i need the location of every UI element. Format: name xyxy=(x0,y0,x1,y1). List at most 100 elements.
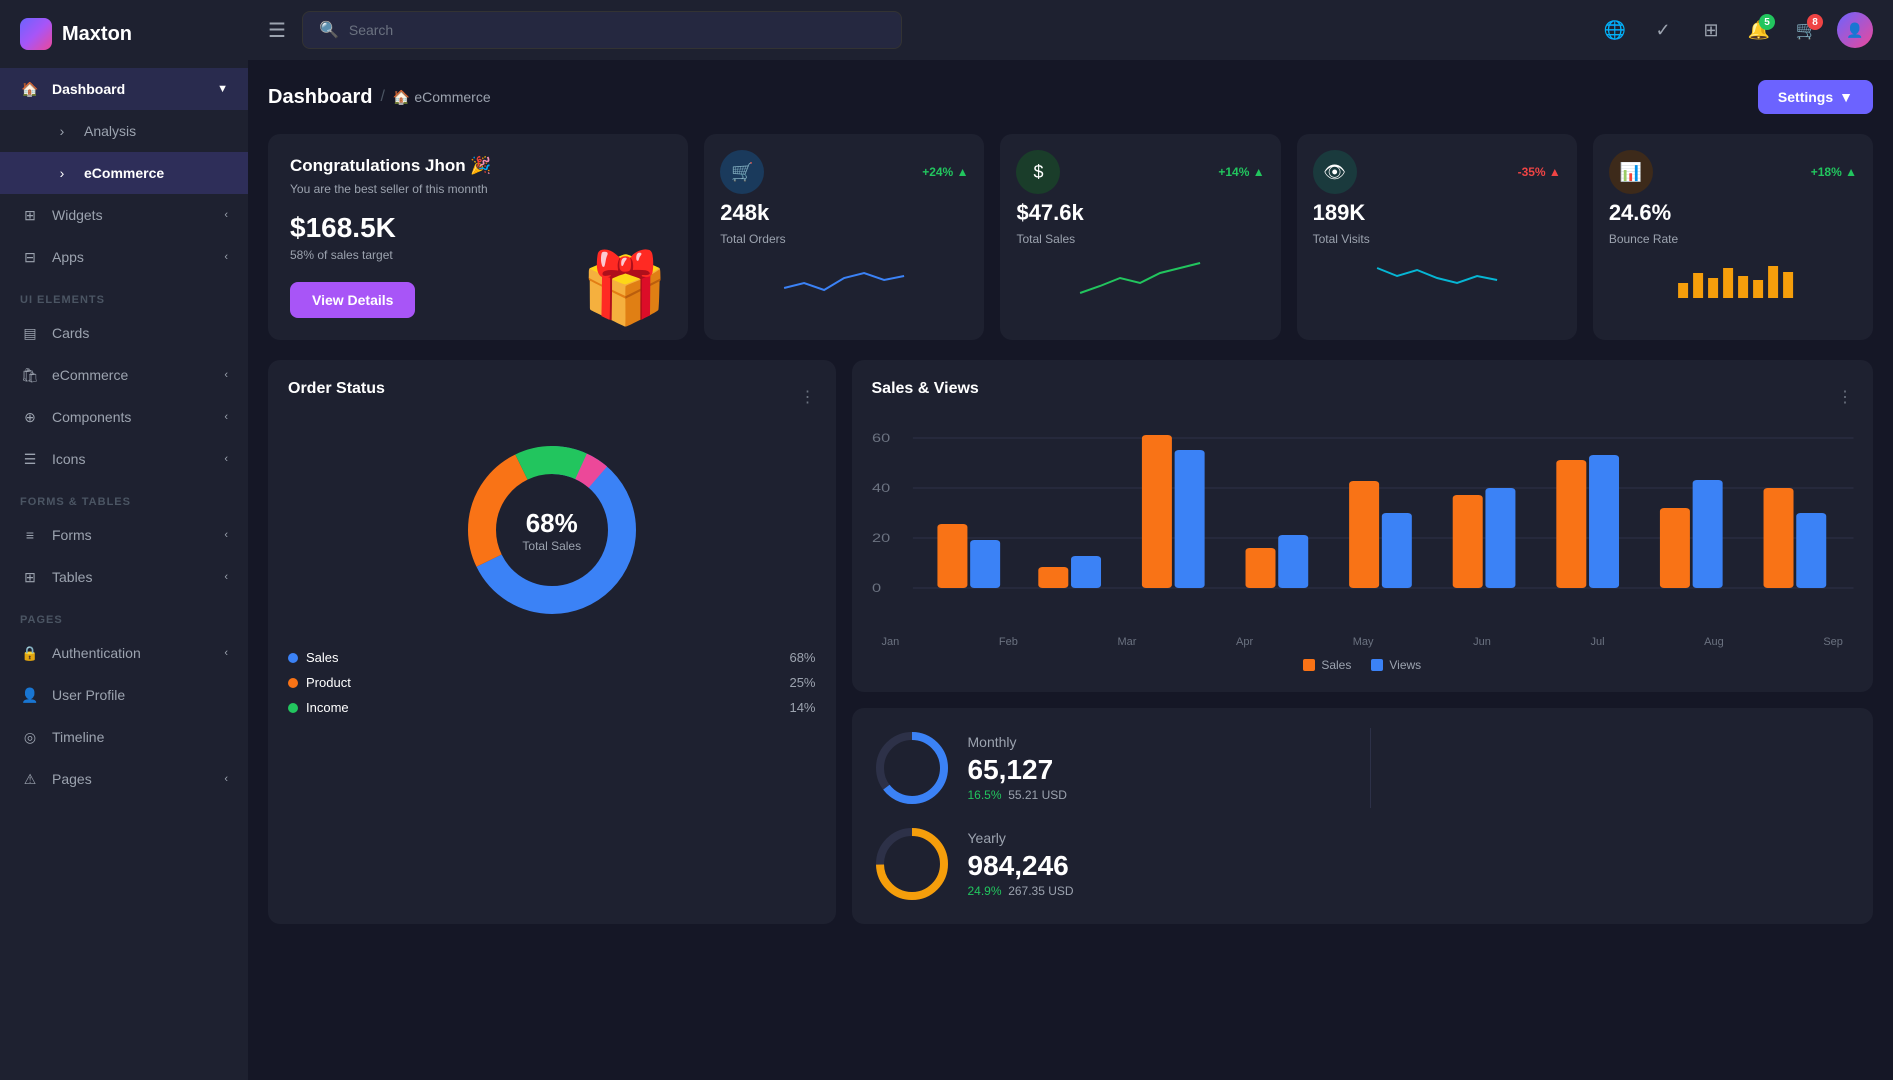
mid-row: Order Status ⋮ xyxy=(268,360,1873,924)
visits-sparkline xyxy=(1313,258,1561,298)
monthly-block: Monthly 65,127 16.5% 55.21 USD xyxy=(872,728,1355,808)
sidebar-item-user-profile[interactable]: 👤 User Profile xyxy=(0,674,248,716)
section-pages: PAGES xyxy=(0,598,248,632)
section-ui-elements: UI ELEMENTS xyxy=(0,278,248,312)
grid-button[interactable]: ⊞ xyxy=(1693,12,1729,48)
bounce-value: 24.6% xyxy=(1609,200,1857,226)
notification-button[interactable]: 🔔 5 xyxy=(1741,12,1777,48)
home-small-icon: 🏠 xyxy=(393,89,410,106)
yearly-block: Yearly 984,246 24.9% 267.35 USD xyxy=(872,824,1355,904)
sidebar-item-tables[interactable]: ⊞ Tables ‹ xyxy=(0,556,248,598)
chevron-right-icon: › xyxy=(52,121,72,141)
visits-pct: -35% ▲ xyxy=(1518,165,1561,179)
monthly-info: Monthly 65,127 16.5% 55.21 USD xyxy=(968,734,1067,802)
sales-label: Total Sales xyxy=(1016,232,1264,246)
sidebar-item-label: Cards xyxy=(52,325,89,341)
legend-label-product: Product xyxy=(306,675,351,690)
sidebar-item-label: Tables xyxy=(52,569,92,585)
sidebar-item-dashboard[interactable]: 🏠 Dashboard ▼ xyxy=(0,68,248,110)
legend-label-views: Views xyxy=(1389,658,1421,672)
x-label-sep: Sep xyxy=(1823,636,1843,648)
content: Dashboard / 🏠 eCommerce Settings ▼ Congr… xyxy=(248,60,1893,1080)
hamburger-button[interactable]: ☰ xyxy=(268,18,286,43)
sales-pct: +14% ▲ xyxy=(1218,165,1264,179)
sidebar-item-forms[interactable]: ≡ Forms ‹ xyxy=(0,514,248,556)
legend-item-income: Income 14% xyxy=(288,700,816,715)
sales-views-menu[interactable]: ⋮ xyxy=(1837,387,1853,407)
x-label-aug: Aug xyxy=(1704,636,1724,648)
yearly-value: 984,246 xyxy=(968,850,1074,882)
stat-card-sales: $ +14% ▲ $47.6k Total Sales xyxy=(1000,134,1280,340)
breadcrumb-sub: 🏠 eCommerce xyxy=(393,89,491,106)
logo-area[interactable]: Maxton xyxy=(0,0,248,68)
sidebar-item-label: eCommerce xyxy=(84,165,164,181)
chevron-down-icon: ‹ xyxy=(224,369,228,381)
puzzle-icon: ⊕ xyxy=(20,407,40,427)
avatar[interactable]: 👤 xyxy=(1837,12,1873,48)
orders-sparkline xyxy=(720,258,968,298)
sidebar-item-apps[interactable]: ⊟ Apps ‹ xyxy=(0,236,248,278)
legend-item-sales: Sales 68% xyxy=(288,650,816,665)
sales-views-card: Sales & Views ⋮ 60 40 20 0 xyxy=(852,360,1874,692)
search-input[interactable] xyxy=(349,22,885,38)
order-status-menu[interactable]: ⋮ xyxy=(800,387,816,407)
legend-item-product: Product 25% xyxy=(288,675,816,690)
sidebar-item-label: Apps xyxy=(52,249,84,265)
header: ☰ 🔍 🌐 ✓ ⊞ 🔔 5 🛒 8 👤 xyxy=(248,0,1893,60)
widget-icon: ⊞ xyxy=(20,205,40,225)
chevron-down-icon: ‹ xyxy=(224,411,228,423)
checkmark-button[interactable]: ✓ xyxy=(1645,12,1681,48)
sales-views-legend: Sales Views xyxy=(872,658,1854,672)
monthly-sub: 16.5% 55.21 USD xyxy=(968,788,1067,802)
settings-button[interactable]: Settings ▼ xyxy=(1758,80,1873,114)
sidebar-item-cards[interactable]: ▤ Cards xyxy=(0,312,248,354)
x-label-apr: Apr xyxy=(1236,636,1253,648)
sales-sparkline xyxy=(1016,258,1264,298)
legend-dot-sales xyxy=(288,653,298,663)
yearly-info: Yearly 984,246 24.9% 267.35 USD xyxy=(968,830,1074,898)
language-button[interactable]: 🌐 xyxy=(1597,12,1633,48)
sidebar-item-authentication[interactable]: 🔒 Authentication ‹ xyxy=(0,632,248,674)
page-title: Dashboard xyxy=(268,86,372,109)
orders-icon: 🛒 xyxy=(720,150,764,194)
header-right: 🌐 ✓ ⊞ 🔔 5 🛒 8 👤 xyxy=(1597,12,1873,48)
search-icon: 🔍 xyxy=(319,20,339,40)
legend-dot-income xyxy=(288,703,298,713)
x-label-jul: Jul xyxy=(1590,636,1604,648)
legend-val-income: 14% xyxy=(789,700,815,715)
notification-badge: 5 xyxy=(1759,14,1775,30)
section-forms-tables: FORMS & TABLES xyxy=(0,480,248,514)
settings-label: Settings xyxy=(1778,89,1833,105)
stat-card-orders: 🛒 +24% ▲ 248k Total Orders xyxy=(704,134,984,340)
chevron-down-icon: ‹ xyxy=(224,571,228,583)
cart-button[interactable]: 🛒 8 xyxy=(1789,12,1825,48)
sidebar-item-timeline[interactable]: ◎ Timeline xyxy=(0,716,248,758)
bag-icon: 🛍 xyxy=(20,365,40,385)
x-label-jun: Jun xyxy=(1473,636,1491,648)
app-name: Maxton xyxy=(62,23,132,46)
legend-sales: Sales xyxy=(1303,658,1351,672)
sidebar-item-icons[interactable]: ☰ Icons ‹ xyxy=(0,438,248,480)
sidebar-item-ecommerce[interactable]: › eCommerce xyxy=(0,152,248,194)
svg-text:40: 40 xyxy=(872,482,890,495)
sidebar-item-components[interactable]: ⊕ Components ‹ xyxy=(0,396,248,438)
svg-text:20: 20 xyxy=(872,532,890,545)
chevron-down-icon: ‹ xyxy=(224,209,228,221)
donut-chart: 68% Total Sales xyxy=(288,430,816,630)
form-icon: ≡ xyxy=(20,525,40,545)
sidebar-item-ecommerce2[interactable]: 🛍 eCommerce ‹ xyxy=(0,354,248,396)
sidebar-item-label: Timeline xyxy=(52,729,104,745)
sidebar-item-analysis[interactable]: › Analysis xyxy=(0,110,248,152)
sidebar-item-label: Components xyxy=(52,409,131,425)
legend-label-sales: Sales xyxy=(306,650,339,665)
apps-icon: ⊟ xyxy=(20,247,40,267)
donut-center: 68% Total Sales xyxy=(522,508,581,553)
donut-label: Total Sales xyxy=(522,539,581,553)
cart-badge: 8 xyxy=(1807,14,1823,30)
sidebar-item-widgets[interactable]: ⊞ Widgets ‹ xyxy=(0,194,248,236)
stats-row: Congratulations Jhon 🎉 You are the best … xyxy=(268,134,1873,340)
view-details-button[interactable]: View Details xyxy=(290,282,415,318)
sidebar-item-pages[interactable]: ⚠ Pages ‹ xyxy=(0,758,248,800)
metric-divider xyxy=(1370,728,1371,808)
x-label-may: May xyxy=(1353,636,1374,648)
